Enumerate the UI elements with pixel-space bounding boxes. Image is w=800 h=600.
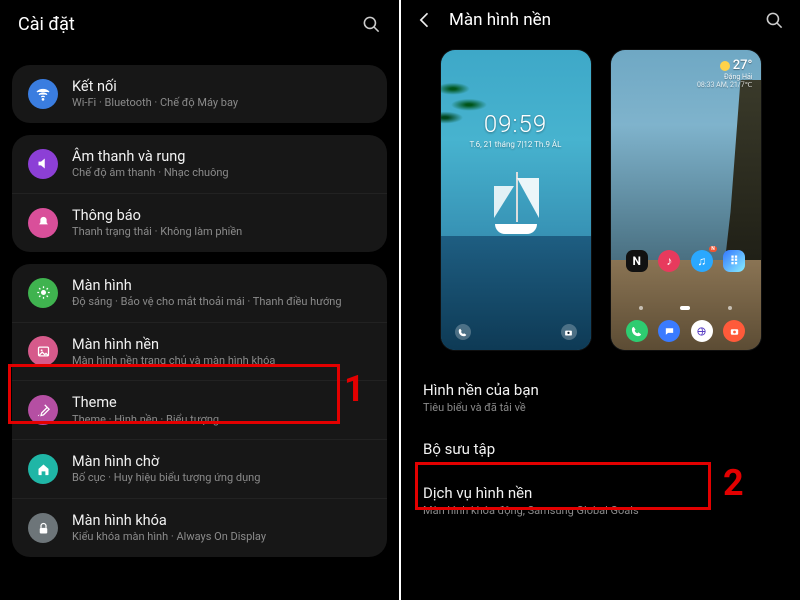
search-icon[interactable]	[362, 15, 381, 34]
app-folder-icon: ⠿	[723, 250, 745, 272]
app-netflix-icon: N	[626, 250, 648, 272]
sun-icon	[720, 61, 730, 71]
phone-app-icon	[626, 320, 648, 342]
row-sub: Thanh trạng thái · Không làm phiền	[72, 225, 242, 239]
lock-clock: 09:59	[441, 110, 591, 138]
camera-icon	[561, 324, 577, 340]
wallpaper-previews: 09:59 T.6, 21 tháng 7|12 Th.9 ÂL 27°	[401, 36, 800, 368]
row-label: Hình nền của bạn	[423, 381, 778, 399]
weather-widget: 27° Đặng Hải 08:33 AM, 21/7℃	[697, 58, 753, 89]
row-label: Theme	[72, 394, 219, 412]
row-connections[interactable]: Kết nối Wi-Fi · Bluetooth · Chế độ Máy b…	[12, 65, 387, 123]
row-label: Âm thanh và rung	[72, 148, 229, 166]
wallpaper-pane: Màn hình nền 09:59 T.6, 21 tháng 7|12 Th…	[401, 0, 800, 600]
app-music-icon: ♪	[658, 250, 680, 272]
wallpaper-options-list: Hình nền của bạn Tiêu biểu và đã tải về …	[401, 368, 800, 600]
camera-app-icon	[723, 320, 745, 342]
row-your-wallpapers[interactable]: Hình nền của bạn Tiêu biểu và đã tải về	[401, 368, 800, 427]
page-indicator	[728, 306, 732, 310]
settings-group-media: Âm thanh và rung Chế độ âm thanh · Nhạc …	[12, 135, 387, 252]
row-label: Thông báo	[72, 207, 242, 225]
row-label: Bộ sưu tập	[423, 440, 778, 458]
lock-icon	[28, 513, 58, 543]
phone-icon	[455, 324, 471, 340]
row-display[interactable]: Màn hình Độ sáng · Bảo vệ cho mắt thoải …	[12, 264, 387, 322]
row-lock[interactable]: Màn hình khóa Kiểu khóa màn hình · Alway…	[12, 498, 387, 557]
row-wallpaper[interactable]: Màn hình nền Màn hình nền trang chủ và m…	[12, 322, 387, 381]
brush-icon	[28, 395, 58, 425]
row-theme[interactable]: Theme Theme · Hình nền · Biểu tượng	[12, 380, 387, 439]
page-title: Màn hình nền	[449, 10, 751, 30]
speaker-icon	[28, 149, 58, 179]
lock-date: T.6, 21 tháng 7|12 Th.9 ÂL	[441, 140, 591, 149]
page-indicator-active	[680, 306, 690, 310]
messages-app-icon	[658, 320, 680, 342]
row-sound[interactable]: Âm thanh và rung Chế độ âm thanh · Nhạc …	[12, 135, 387, 193]
wallpaper-header: Màn hình nền	[401, 0, 800, 36]
preview-lock-screen[interactable]: 09:59 T.6, 21 tháng 7|12 Th.9 ÂL	[441, 50, 591, 350]
browser-app-icon	[691, 320, 713, 342]
row-label: Dịch vụ hình nền	[423, 484, 778, 502]
row-sub: Kiểu khóa màn hình · Always On Display	[72, 530, 266, 544]
settings-header: Cài đặt	[0, 0, 399, 59]
wifi-icon	[28, 79, 58, 109]
row-sub: Bố cục · Huy hiệu biểu tượng ứng dụng	[72, 471, 260, 485]
row-label: Kết nối	[72, 78, 238, 96]
settings-group-display: Màn hình Độ sáng · Bảo vệ cho mắt thoải …	[12, 264, 387, 557]
row-sub: Wi-Fi · Bluetooth · Chế độ Máy bay	[72, 96, 238, 110]
row-sub: Chế độ âm thanh · Nhạc chuông	[72, 166, 229, 180]
settings-pane: Cài đặt Kết nối Wi-Fi · Bluetooth · Chế …	[0, 0, 399, 600]
row-sub: Tiêu biểu và đã tải về	[423, 401, 778, 414]
row-sub: Màn hình khóa động, Samsung Global Goals	[423, 504, 778, 517]
page-title: Cài đặt	[18, 14, 75, 35]
row-sub: Theme · Hình nền · Biểu tượng	[72, 413, 219, 427]
image-icon	[28, 336, 58, 366]
back-icon[interactable]	[415, 10, 435, 30]
search-icon[interactable]	[765, 11, 784, 30]
settings-group-connections: Kết nối Wi-Fi · Bluetooth · Chế độ Máy b…	[12, 65, 387, 123]
row-label: Màn hình chờ	[72, 453, 260, 471]
bell-icon	[28, 208, 58, 238]
house-icon	[28, 454, 58, 484]
app-zing-icon: ♫N	[691, 250, 713, 272]
page-indicator	[639, 306, 643, 310]
row-notifications[interactable]: Thông báo Thanh trạng thái · Không làm p…	[12, 193, 387, 252]
row-home[interactable]: Màn hình chờ Bố cục · Huy hiệu biểu tượn…	[12, 439, 387, 498]
preview-home-screen[interactable]: 27° Đặng Hải 08:33 AM, 21/7℃ N ♪ ♫N ⠿	[611, 50, 761, 350]
row-wallpaper-services[interactable]: Dịch vụ hình nền Màn hình khóa động, Sam…	[401, 471, 800, 530]
sun-icon	[28, 278, 58, 308]
row-sub: Màn hình nền trang chủ và màn hình khóa	[72, 354, 275, 368]
row-label: Màn hình	[72, 277, 342, 295]
row-gallery[interactable]: Bộ sưu tập	[401, 427, 800, 471]
row-label: Màn hình nền	[72, 336, 275, 354]
row-label: Màn hình khóa	[72, 512, 266, 530]
row-sub: Độ sáng · Bảo vệ cho mắt thoải mái · Tha…	[72, 295, 342, 309]
